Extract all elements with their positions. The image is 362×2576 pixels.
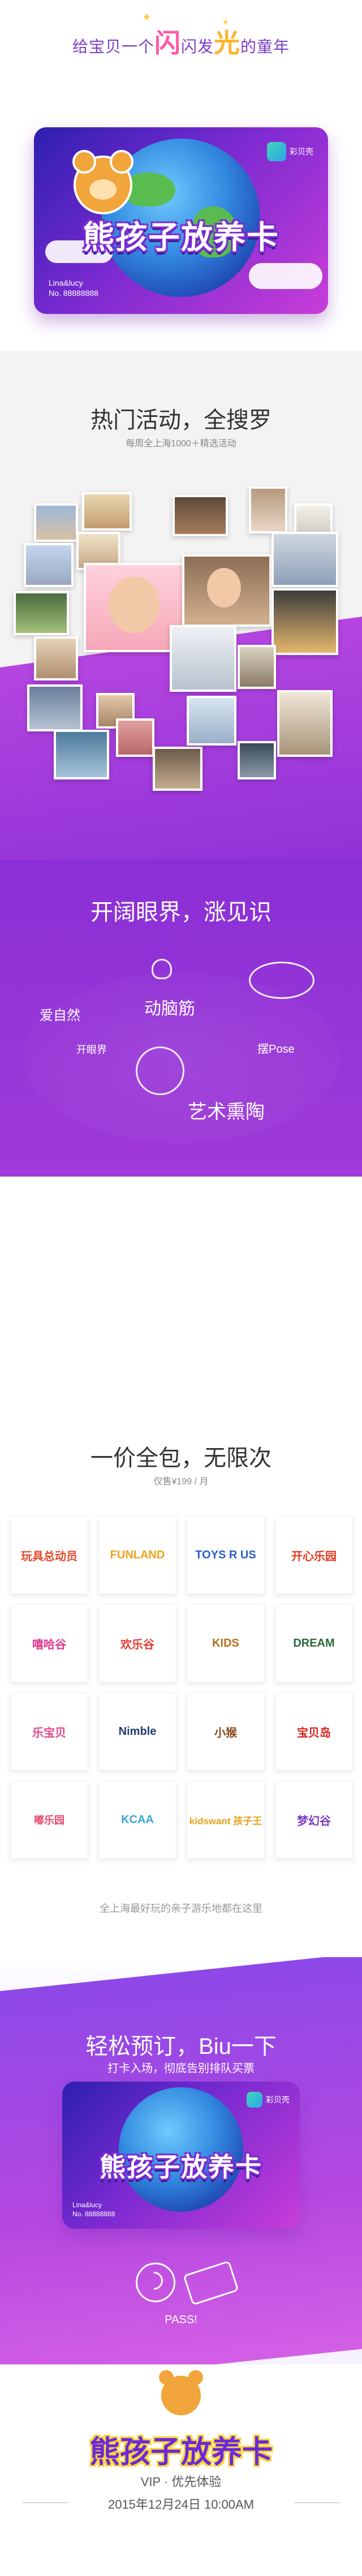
card-owner: Lina&lucy No. 88888888 <box>72 2200 115 2219</box>
partner-logo[interactable]: 欢乐谷 <box>98 1604 176 1682</box>
lightbulb-icon <box>152 959 172 979</box>
tag-pose: 摆Pose <box>257 1043 295 1056</box>
activity-photo[interactable] <box>153 747 202 791</box>
hot-title: 热门活动，全搜罗 <box>90 408 272 433</box>
tag-nature: 爱自然 <box>40 1008 80 1023</box>
brand-name: 彩贝壳 <box>266 2095 290 2104</box>
shell-icon <box>267 142 286 161</box>
card-title: 熊孩子放养卡 <box>83 219 279 255</box>
partner-logo[interactable]: kidswant 孩子王 <box>187 1781 265 1859</box>
membership-card: 熊孩子放养卡 彩贝壳 Lina&lucy No. 88888888 <box>34 127 328 314</box>
brand-name: 彩贝壳 <box>290 147 313 156</box>
activity-photo[interactable] <box>238 741 276 779</box>
brand-logo: 彩贝壳 <box>267 142 313 161</box>
activity-photo[interactable] <box>82 492 132 531</box>
partner-logo[interactable]: Nimble <box>98 1692 176 1771</box>
tag-art: 艺术熏陶 <box>188 1101 265 1123</box>
partner-logo[interactable]: 嘻哈谷 <box>10 1604 88 1682</box>
broaden-section: 开阔眼界，涨见识 爱自然 动脑筋 开眼界 摆Pose 艺术熏陶 <box>0 860 362 1177</box>
partner-logo[interactable]: FUNLAND <box>98 1516 176 1594</box>
membership-card-small: 熊孩子放养卡 彩贝壳 Lina&lucy No. 88888888 <box>62 2082 300 2229</box>
hot-activities-section: 热门活动，全搜罗 每周全上海1000＋精选活动 <box>0 351 362 860</box>
booking-section: 轻松预订，Biu一下 打卡入场，彻底告别排队买票 熊孩子放养卡 彩贝壳 Lina… <box>0 1957 362 2364</box>
footer-section: 熊孩子放养卡 VIP · 优先体验 2015年12月24日 10:00AM <box>0 2364 362 2576</box>
diver-doodle-icon <box>249 962 314 999</box>
partner-logo[interactable]: 嘟乐园 <box>10 1781 88 1859</box>
activity-photo[interactable] <box>116 718 154 757</box>
shell-icon <box>247 2092 262 2108</box>
partner-logo[interactable]: KIDS <box>187 1604 265 1682</box>
activity-photo[interactable] <box>34 636 78 680</box>
brand-logo: 彩贝壳 <box>247 2092 290 2108</box>
cloud-shape <box>249 263 322 289</box>
slogan-suffix: 的童年 <box>240 38 290 55</box>
slogan-highlight: 闪 <box>154 28 181 58</box>
activity-photo[interactable] <box>24 543 74 587</box>
slogan-highlight-2: 光 <box>214 28 240 58</box>
partner-logo[interactable]: KCAA <box>98 1781 176 1859</box>
card-owner: Lina&lucy No. 88888888 <box>49 278 98 298</box>
footer-tagline: VIP · 优先体验 <box>140 2475 222 2489</box>
hot-subtitle: 每周全上海1000＋精选活动 <box>126 439 236 449</box>
bear-mascot <box>72 150 133 214</box>
slogan: 给宝贝一个闪闪发光的童年 <box>0 23 362 60</box>
activity-photo[interactable] <box>182 554 272 627</box>
broad-title: 开阔眼界，涨见识 <box>90 900 272 925</box>
owner-name: Lina&lucy <box>49 278 83 287</box>
activity-photo[interactable] <box>272 532 338 587</box>
slogan-prefix: 给宝贝一个 <box>72 38 154 55</box>
partner-logo[interactable]: 乐宝贝 <box>10 1692 88 1771</box>
event-time: 2015年12月24日 10:00AM <box>107 2497 255 2512</box>
footer-logo: 熊孩子放养卡 <box>89 2435 273 2469</box>
tag-horizon: 开眼界 <box>76 1044 107 1056</box>
activity-photo[interactable] <box>277 690 333 757</box>
owner-name: Lina&lucy <box>72 2201 102 2209</box>
activity-photo[interactable] <box>34 503 78 542</box>
activity-photo[interactable] <box>54 730 109 779</box>
land-shape <box>124 173 175 206</box>
activity-photo[interactable] <box>249 486 287 533</box>
partner-logo[interactable]: 玩具总动员 <box>10 1516 88 1594</box>
activity-photo[interactable] <box>14 591 69 635</box>
hero-section: ✦ ✦ 给宝贝一个闪闪发光的童年 <box>0 0 362 113</box>
book-subtitle: 打卡入场，彻底告别排队买票 <box>107 2062 255 2075</box>
activity-photo[interactable] <box>27 684 83 731</box>
partner-logo[interactable]: 开心乐园 <box>275 1516 353 1594</box>
activity-photo[interactable] <box>272 588 338 655</box>
partner-logo[interactable]: TOYS R US <box>187 1516 265 1594</box>
partner-logo[interactable]: 宝贝岛 <box>275 1692 353 1771</box>
activity-photo[interactable] <box>238 645 276 689</box>
pack-title: 一价全包，无限次 <box>90 1446 272 1471</box>
pass-text: PASS! <box>165 2314 197 2326</box>
partner-logo[interactable]: DREAM <box>275 1604 353 1682</box>
card-number: No. 88888888 <box>49 288 98 298</box>
partner-logo[interactable]: 小猴 <box>187 1692 265 1771</box>
pack-price: 仅售¥199 / 月 <box>153 1477 209 1487</box>
partner-logo[interactable]: 梦幻谷 <box>275 1781 353 1859</box>
activity-photo[interactable] <box>170 625 236 692</box>
activity-photo[interactable] <box>173 495 228 536</box>
card-title: 熊孩子放养卡 <box>100 2152 262 2182</box>
book-title: 轻松预订，Biu一下 <box>85 2034 277 2059</box>
tag-brain: 动脑筋 <box>144 1000 195 1018</box>
kid-doodle-icon <box>136 1046 184 1095</box>
pack-note: 全上海最好玩的亲子游乐地都在这里 <box>100 1903 262 1914</box>
activity-photo[interactable] <box>187 696 236 746</box>
bear-mascot <box>159 2370 203 2415</box>
card-number: No. 88888888 <box>72 2210 115 2218</box>
pack-section: 一价全包，无限次 仅售¥199 / 月 玩具总动员 FUNLAND TOYS R… <box>0 1177 362 1957</box>
slogan-mid: 闪发 <box>180 38 214 55</box>
